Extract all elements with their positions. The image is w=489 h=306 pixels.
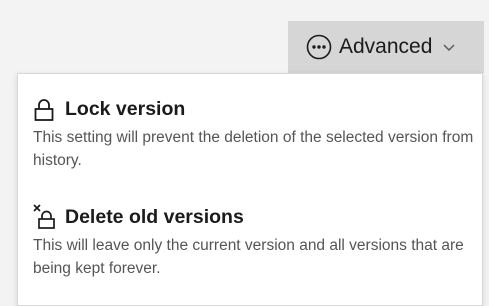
lock-icon — [33, 96, 57, 122]
menu-item-description: This will leave only the current version… — [33, 237, 464, 277]
advanced-button[interactable]: Advanced — [288, 21, 484, 73]
menu-item-title-row: Lock version — [33, 94, 472, 124]
menu-item-description: This setting will prevent the deletion o… — [33, 129, 474, 169]
menu-item-title-row: Delete old versions — [33, 202, 472, 232]
chevron-down-icon — [442, 42, 456, 52]
menu-item-title: Delete old versions — [65, 205, 244, 228]
more-options-icon — [305, 33, 333, 61]
menu-item-lock-version[interactable]: Lock version This setting will prevent t… — [33, 94, 473, 172]
advanced-menu: Lock version This setting will prevent t… — [17, 73, 483, 306]
advanced-label: Advanced — [339, 35, 433, 58]
delete-lock-icon — [33, 204, 57, 230]
menu-item-delete-old-versions[interactable]: Delete old versions This will leave only… — [33, 202, 472, 280]
menu-item-title: Lock version — [65, 97, 186, 120]
